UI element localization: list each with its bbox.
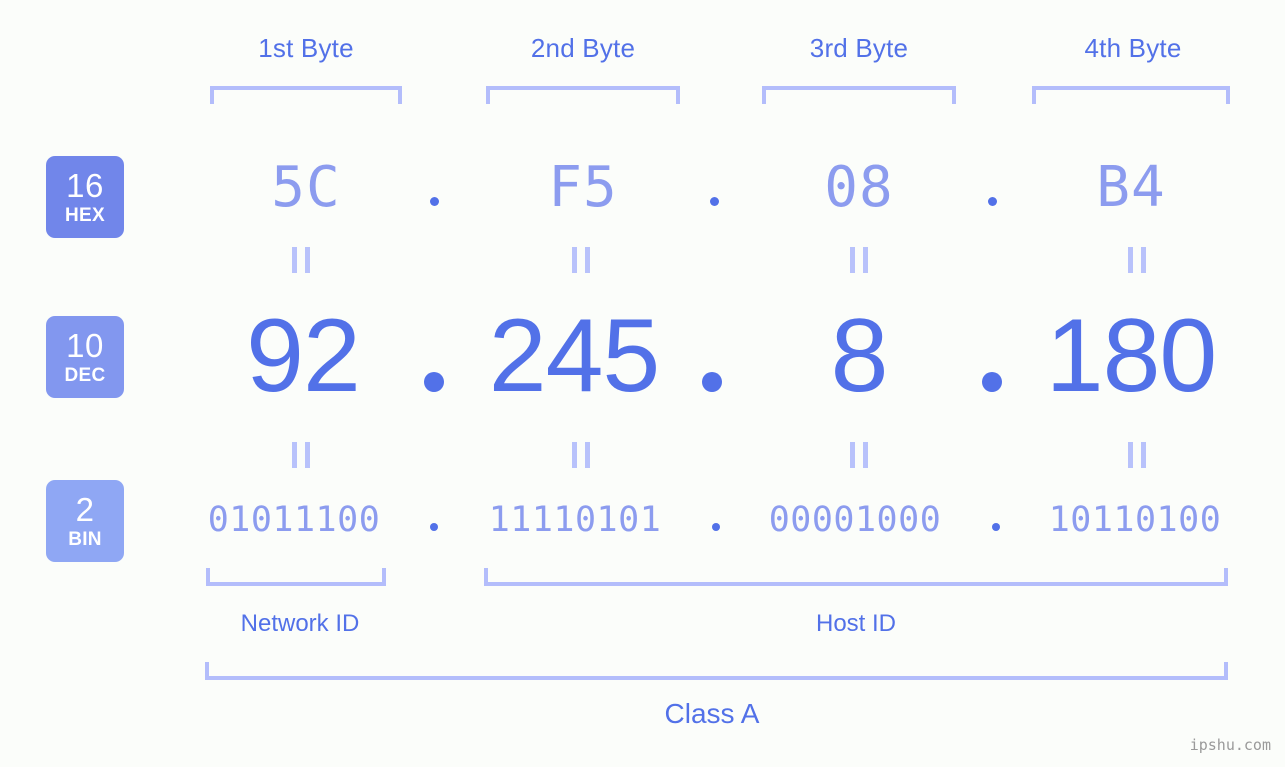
dec-octet-3: 8 (830, 298, 889, 414)
base-badge-bin-name: BIN (68, 529, 102, 550)
byte-header-4: 4th Byte (1084, 33, 1182, 63)
bin-separator-dot-1 (430, 523, 438, 531)
base-badge-hex-number: 16 (66, 167, 104, 204)
base-badge-hex-name: HEX (65, 205, 105, 226)
hex-octet-3: 08 (824, 155, 894, 220)
base-badge-dec-number: 10 (66, 327, 104, 364)
byte-header-3: 3rd Byte (809, 33, 909, 63)
byte-bracket-1 (210, 86, 402, 104)
network-id-bracket (206, 568, 386, 586)
host-id-bracket (484, 568, 1228, 586)
hex-separator-dot-2 (710, 197, 719, 206)
host-id-label: Host ID (815, 610, 896, 637)
hex-separator-dot-3 (988, 197, 997, 206)
dec-separator-dot-3 (982, 372, 1002, 392)
base-badge-hex: 16 HEX (46, 156, 124, 238)
network-id-label: Network ID (240, 610, 360, 637)
bin-separator-dot-2 (712, 523, 720, 531)
equals-icon-dec-bin-4 (1128, 442, 1146, 468)
bin-octet-1: 01011100 (207, 500, 381, 540)
byte-bracket-3 (762, 86, 956, 104)
base-badge-bin-number: 2 (75, 491, 95, 528)
dec-separator-dot-1 (424, 372, 444, 392)
bin-octet-2: 11110101 (488, 500, 662, 540)
equals-icon-hex-dec-4 (1128, 247, 1146, 273)
equals-icon-hex-dec-2 (572, 247, 590, 273)
ip-address-breakdown-diagram: 1st Byte 2nd Byte 3rd Byte 4th Byte 16 H… (0, 0, 1285, 767)
byte-header-2: 2nd Byte (530, 33, 636, 63)
byte-bracket-2 (486, 86, 680, 104)
hex-octet-2: F5 (548, 155, 618, 220)
bin-octet-3: 00001000 (768, 500, 942, 540)
equals-icon-hex-dec-3 (850, 247, 868, 273)
site-watermark: ipshu.com (1189, 736, 1271, 754)
equals-icon-hex-dec-1 (292, 247, 310, 273)
bin-octet-4: 10110100 (1048, 500, 1222, 540)
bin-separator-dot-3 (992, 523, 1000, 531)
byte-bracket-4 (1032, 86, 1230, 104)
equals-icon-dec-bin-2 (572, 442, 590, 468)
base-badge-dec: 10 DEC (46, 316, 124, 398)
dec-octet-1: 92 (246, 298, 361, 414)
dec-octet-2: 245 (488, 298, 661, 414)
dec-octet-4: 180 (1045, 298, 1218, 414)
byte-header-1: 1st Byte (258, 33, 354, 63)
base-badge-dec-name: DEC (64, 365, 106, 386)
equals-icon-dec-bin-3 (850, 442, 868, 468)
dec-separator-dot-2 (702, 372, 722, 392)
hex-separator-dot-1 (430, 197, 439, 206)
equals-icon-dec-bin-1 (292, 442, 310, 468)
hex-octet-1: 5C (271, 155, 341, 220)
class-label: Class A (664, 698, 760, 729)
hex-octet-4: B4 (1096, 155, 1166, 220)
base-badge-bin: 2 BIN (46, 480, 124, 562)
class-bracket (205, 662, 1228, 680)
